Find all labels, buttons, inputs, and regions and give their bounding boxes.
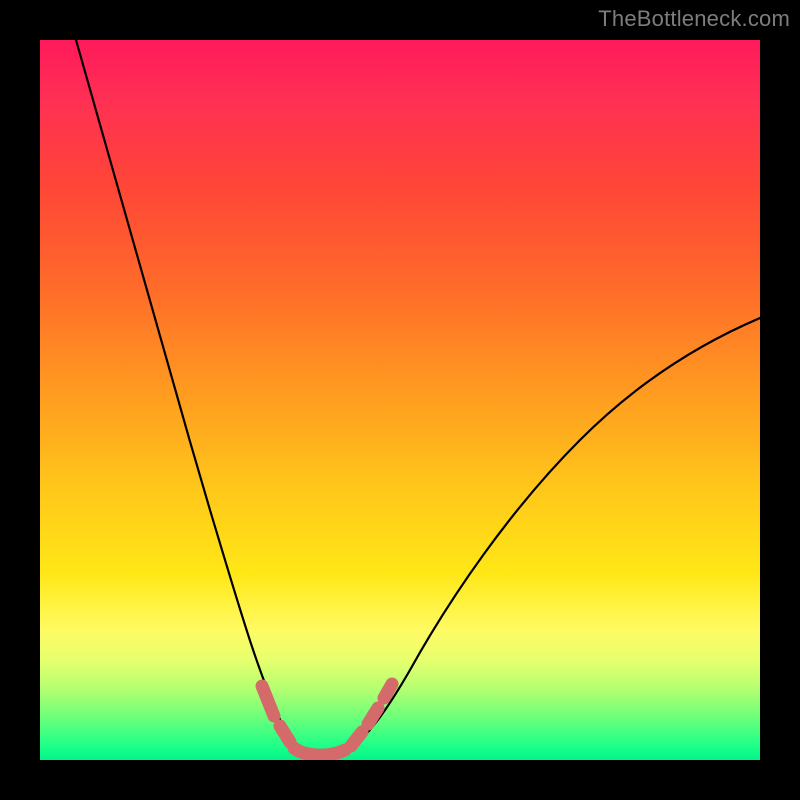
highlight-seg-3: [294, 748, 345, 755]
curve-svg: [40, 40, 760, 760]
highlight-seg-6: [384, 684, 392, 698]
highlight-seg-5: [368, 708, 378, 724]
plot-area: [40, 40, 760, 760]
highlight-seg-4: [351, 732, 362, 746]
highlight-seg-2: [280, 726, 290, 742]
chart-frame: TheBottleneck.com: [0, 0, 800, 800]
watermark-text: TheBottleneck.com: [598, 6, 790, 32]
highlight-seg-1: [262, 686, 274, 716]
bottleneck-curve-path: [76, 40, 760, 757]
